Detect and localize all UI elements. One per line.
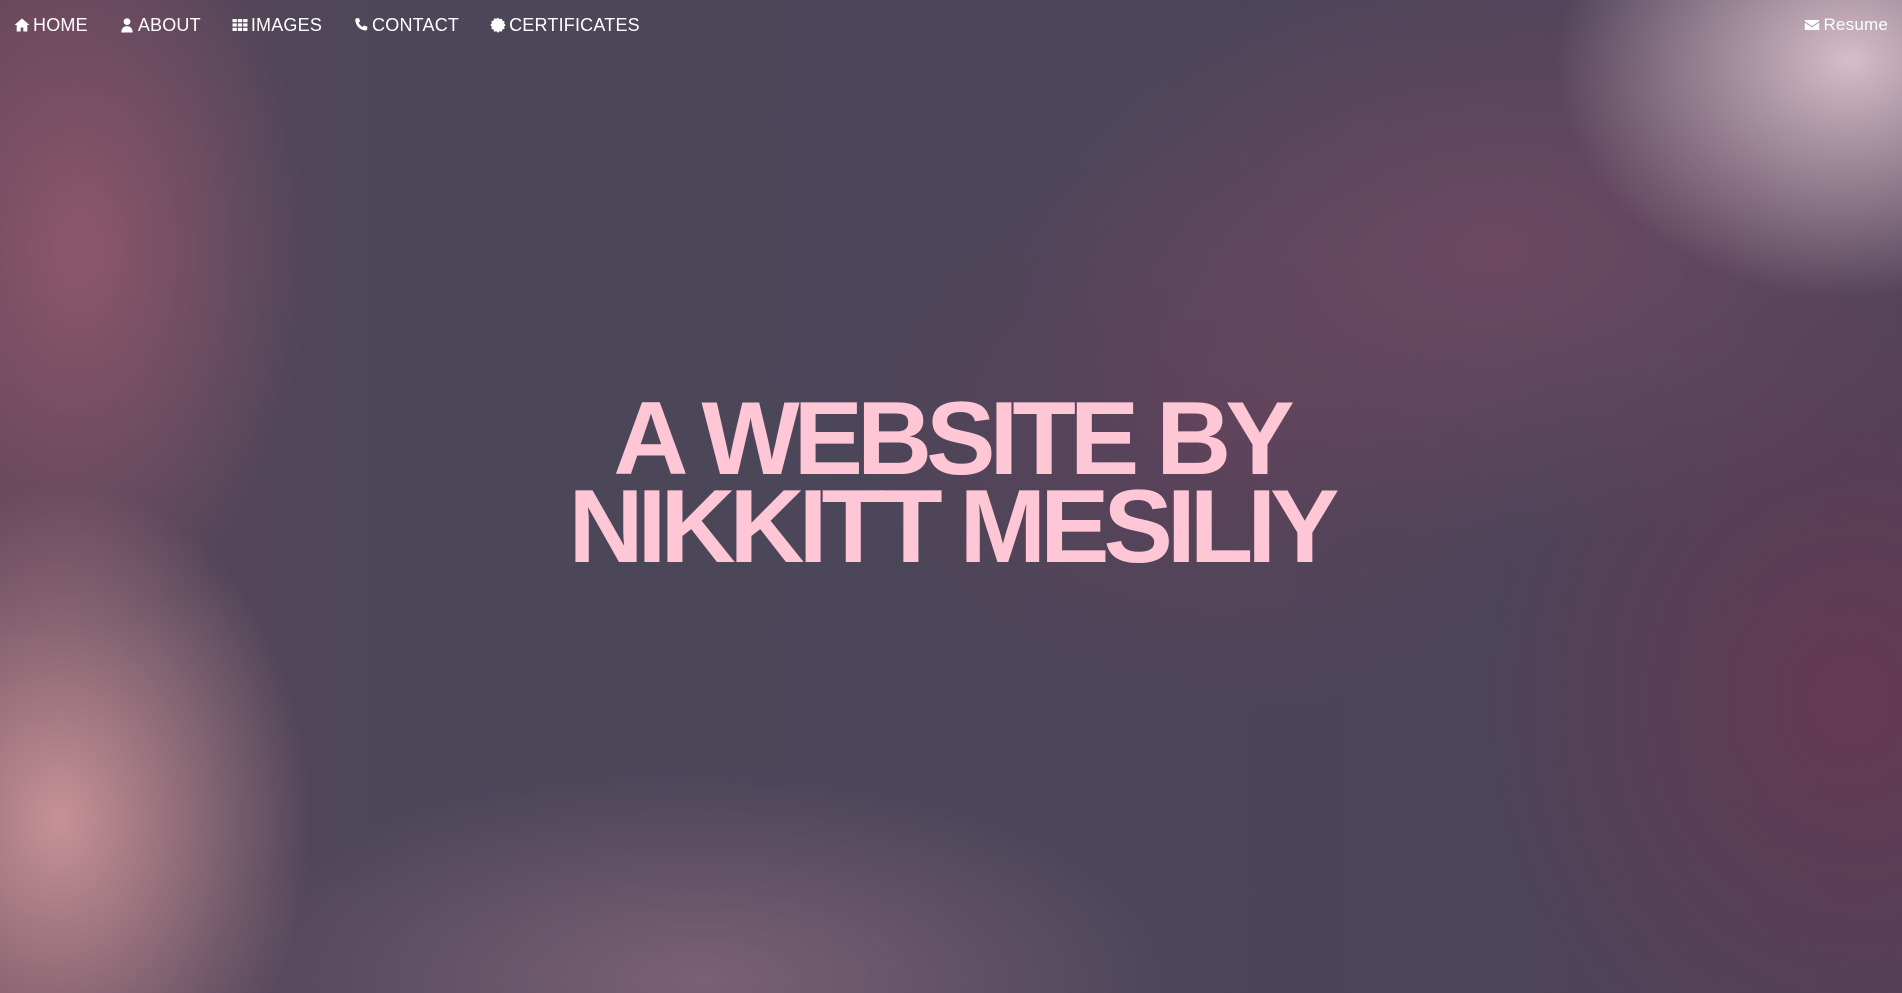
badge-icon: [490, 17, 506, 33]
home-icon: [14, 17, 30, 33]
user-icon: [119, 17, 135, 33]
nav-images-label: IMAGES: [250, 14, 323, 35]
top-navigation: HOME ABOUT IMAGES CONTACT CERTIFICATES R…: [0, 0, 1902, 50]
hero-heading: A WEBSITE BY NIKKITT MESILIY: [0, 387, 1902, 585]
nav-certificates-link[interactable]: CERTIFICATES: [490, 15, 640, 36]
resume-label: Resume: [1823, 15, 1888, 34]
nav-images-link[interactable]: IMAGES: [232, 15, 322, 36]
hero-line-2: NIKKITT MESILIY: [568, 469, 1339, 585]
nav-home-link[interactable]: HOME: [14, 15, 88, 36]
grid-icon: [232, 17, 248, 33]
nav-contact-label: CONTACT: [372, 14, 460, 35]
nav-certificates-label: CERTIFICATES: [509, 14, 640, 35]
nav-contact-link[interactable]: CONTACT: [353, 15, 459, 36]
nav-about-link[interactable]: ABOUT: [119, 15, 201, 36]
envelope-icon: [1804, 17, 1820, 33]
nav-links: HOME ABOUT IMAGES CONTACT CERTIFICATES: [14, 15, 640, 36]
nav-about-label: ABOUT: [137, 14, 201, 35]
nav-home-label: HOME: [33, 14, 88, 35]
resume-link[interactable]: Resume: [1804, 15, 1888, 35]
phone-icon: [353, 17, 369, 33]
